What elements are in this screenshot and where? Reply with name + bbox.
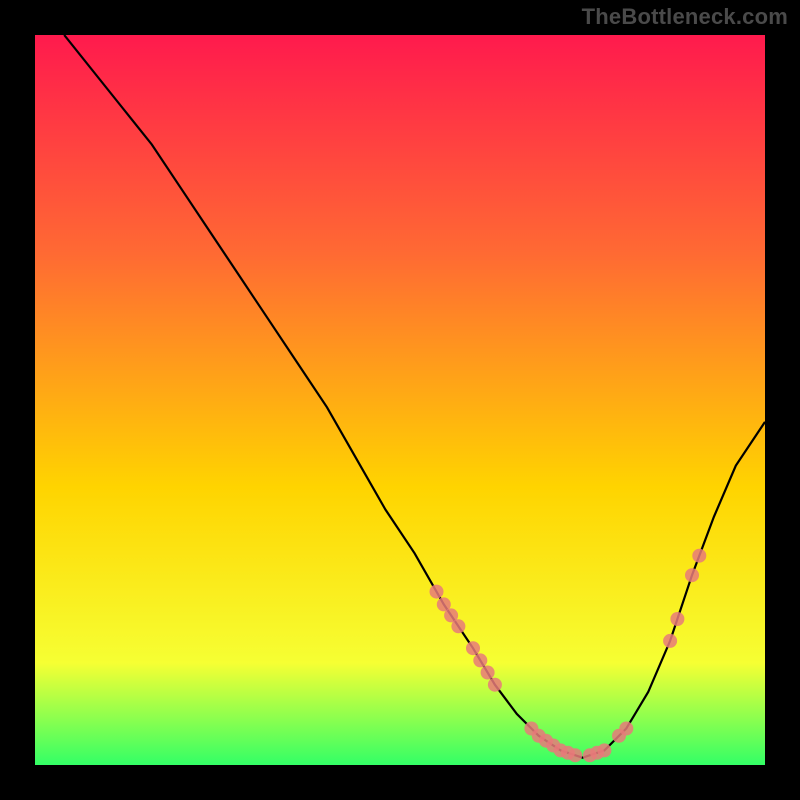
plot-area [35,35,765,765]
chart-frame: TheBottleneck.com [0,0,800,800]
marker-dot [619,722,633,736]
marker-dot [473,653,487,667]
marker-dot [692,549,706,563]
marker-dot [481,666,495,680]
marker-dot [430,585,444,599]
marker-dot [488,678,502,692]
gradient-background [35,35,765,765]
marker-dot [685,568,699,582]
marker-dot [663,634,677,648]
marker-dot [597,743,611,757]
marker-dot [670,612,684,626]
plot-svg [35,35,765,765]
watermark-text: TheBottleneck.com [582,4,788,30]
marker-dot [451,619,465,633]
marker-dot [568,748,582,762]
marker-dot [466,641,480,655]
